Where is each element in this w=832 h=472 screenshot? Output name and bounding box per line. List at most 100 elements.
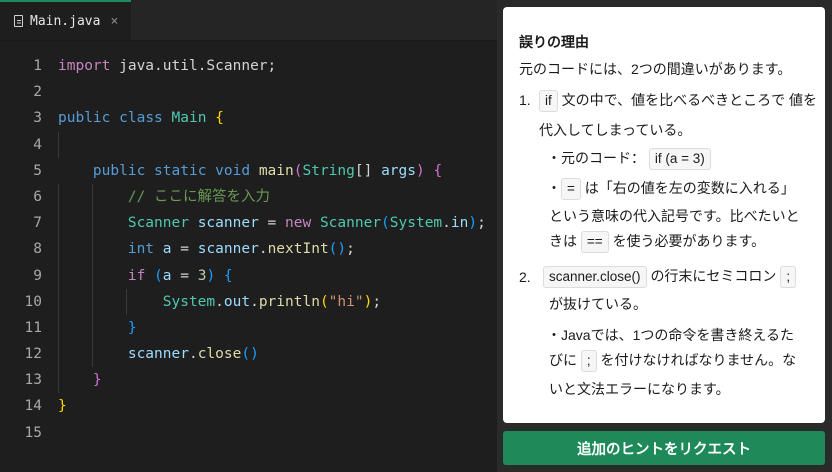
token: Scanner bbox=[319, 215, 382, 232]
token: = bbox=[171, 267, 198, 284]
token: () bbox=[328, 241, 347, 258]
sub-text: いと文法エラーになります。 bbox=[549, 381, 730, 397]
indent-guide bbox=[92, 314, 93, 342]
indent-guide bbox=[58, 341, 59, 368]
token: } bbox=[58, 398, 67, 415]
code-line: 9 if (a = 3) { bbox=[0, 262, 497, 289]
indent-guide bbox=[92, 262, 93, 289]
line-number: 6 bbox=[33, 188, 42, 205]
token: ; bbox=[477, 215, 486, 232]
line-number: 10 bbox=[24, 293, 42, 310]
line-number: 7 bbox=[33, 215, 42, 232]
sub-text: は「右の値を左の変数に入れる」 bbox=[584, 180, 795, 196]
token: { bbox=[433, 162, 443, 179]
token: ; bbox=[372, 293, 382, 310]
code-line: 14} bbox=[0, 393, 497, 419]
line-number: 14 bbox=[24, 398, 42, 415]
sub-bullet: ・ = は「右の値を左の変数に入れる」 bbox=[547, 178, 795, 200]
code-line: 5 public static void main(String[] args)… bbox=[0, 158, 497, 184]
token: ) bbox=[468, 215, 478, 232]
tab-main-java[interactable]: Main.java × bbox=[0, 0, 131, 40]
close-icon[interactable]: × bbox=[110, 14, 118, 29]
token: { bbox=[223, 267, 233, 284]
indent-guide bbox=[58, 210, 59, 237]
line-number: 5 bbox=[33, 162, 42, 179]
token: ( bbox=[154, 267, 163, 284]
list-number: 2. bbox=[519, 269, 531, 285]
indent-guide bbox=[58, 262, 59, 289]
tab-filename: Main.java bbox=[30, 13, 101, 29]
token: a bbox=[162, 267, 172, 284]
code-chip: scanner.close() bbox=[543, 266, 647, 288]
indent-guide bbox=[58, 236, 59, 263]
indent-guide bbox=[92, 210, 93, 237]
indent-guide bbox=[58, 183, 59, 211]
bullet: ・ bbox=[547, 180, 561, 196]
token: . bbox=[250, 293, 259, 310]
token: scanner bbox=[197, 241, 259, 258]
token: . bbox=[442, 215, 451, 232]
code-line: 10 System.out.println("hi"); bbox=[0, 288, 497, 315]
bullet: ・ bbox=[547, 150, 561, 166]
token: main bbox=[258, 162, 294, 179]
sub-text: Javaでは、1つの命令を書き終えるた bbox=[561, 327, 794, 343]
token: if bbox=[127, 267, 146, 284]
token: int bbox=[127, 241, 155, 258]
line-number: 13 bbox=[24, 372, 42, 389]
code-chip: if bbox=[539, 90, 558, 112]
code-line: 7 Scanner scanner = new Scanner(System.i… bbox=[0, 210, 497, 237]
code-chip: ; bbox=[580, 350, 597, 372]
sub-text: を付けなければなりません。な bbox=[600, 352, 797, 368]
indent-guide bbox=[58, 314, 59, 342]
line-number: 2 bbox=[33, 84, 42, 101]
indent-guide bbox=[58, 131, 59, 158]
line-number: 15 bbox=[24, 424, 42, 441]
sub-label: 元のコード： bbox=[561, 150, 645, 166]
code-line: 15 bbox=[0, 420, 497, 446]
token: . bbox=[188, 346, 198, 363]
code-line: 6 // ここに解答を入力 bbox=[0, 183, 497, 211]
code-line: 8 int a = scanner.nextInt(); bbox=[0, 236, 497, 263]
token: ( bbox=[381, 215, 390, 232]
token: ) bbox=[206, 267, 216, 284]
code-chip: == bbox=[580, 231, 609, 253]
indent-guide bbox=[92, 236, 93, 263]
list-item-text: scanner.close() の行末にセミコロン ; bbox=[543, 266, 797, 288]
line-number: 3 bbox=[33, 110, 42, 127]
list-item-text: if 文の中で、値を比べるべきところで 値を bbox=[539, 90, 817, 112]
token: println bbox=[258, 293, 320, 310]
sub-bullet: ・Javaでは、1つの命令を書き終えるた bbox=[547, 325, 794, 345]
token: String bbox=[302, 162, 355, 179]
code-line: 3 public class Main { bbox=[0, 105, 497, 131]
request-hint-button[interactable]: 追加のヒントをリクエスト bbox=[503, 431, 825, 465]
token: void bbox=[215, 162, 251, 179]
indent-guide bbox=[92, 183, 93, 211]
indent-guide bbox=[126, 288, 127, 315]
bullet: ・ bbox=[547, 327, 561, 343]
line-number: 12 bbox=[24, 346, 42, 363]
token: () bbox=[241, 346, 259, 363]
token: . bbox=[215, 293, 224, 310]
token: { bbox=[215, 110, 224, 127]
token: a bbox=[162, 241, 172, 258]
code-area[interactable]: 1 import java.util.Scanner; 2 3 public cla… bbox=[0, 53, 497, 446]
code-line: 4 bbox=[0, 131, 497, 158]
token: public bbox=[58, 110, 111, 127]
sub-text: という意味の代入記号です。比べたいと bbox=[549, 208, 800, 224]
token: public bbox=[92, 162, 146, 179]
code-line: 2 bbox=[0, 79, 497, 105]
code-editor[interactable]: Main.java × 1 import java.util.Scanner; 2… bbox=[0, 0, 497, 472]
code-comment: // ここに解答を入力 bbox=[127, 188, 271, 205]
token: "hi" bbox=[328, 293, 364, 310]
panel-intro: 元のコードには、2つの間違いがあります。 bbox=[519, 61, 792, 77]
indent-guide bbox=[58, 367, 59, 394]
sub-text: びに ; を付けなければなりません。な bbox=[549, 350, 796, 372]
sub-text: きは bbox=[549, 233, 577, 249]
line-number: 11 bbox=[24, 319, 42, 336]
token: nextInt bbox=[267, 241, 329, 258]
sub-text: を使う必要があります。 bbox=[612, 233, 766, 249]
token: ( bbox=[319, 293, 329, 310]
line-number: 4 bbox=[33, 136, 42, 153]
list-item-text: 代入してしまっている。 bbox=[539, 122, 692, 138]
list-item-text: が抜けている。 bbox=[549, 296, 647, 312]
